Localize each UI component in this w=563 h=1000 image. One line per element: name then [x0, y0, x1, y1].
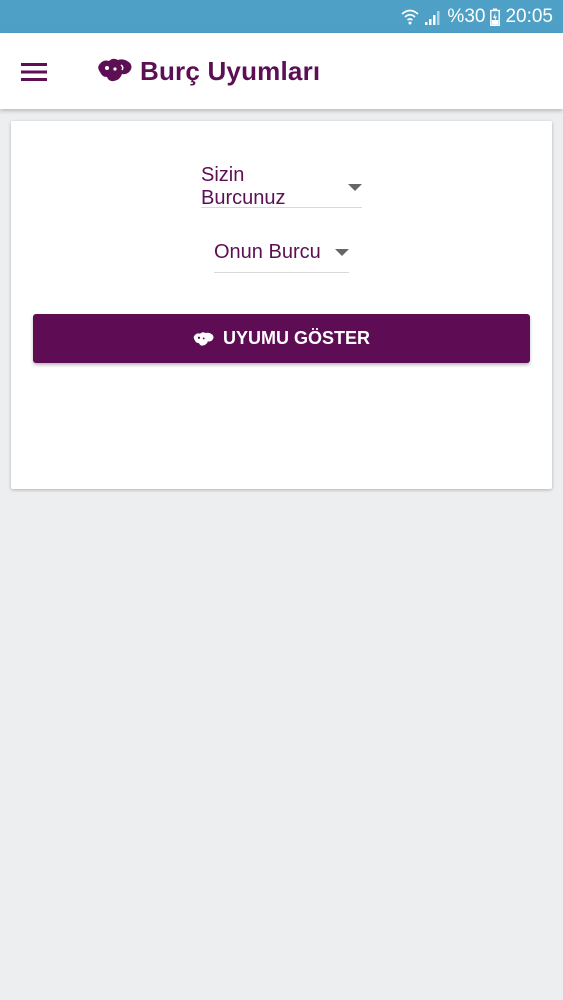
their-sign-select[interactable]: Onun Burcu	[214, 232, 349, 273]
dropdown-arrow-icon	[348, 183, 362, 191]
status-bar: %30 20:05	[0, 0, 563, 33]
compatibility-form-card: Sizin Burcunuz Onun Burcu UYUMU GÖSTER	[11, 121, 552, 489]
battery-charging-icon	[490, 8, 501, 26]
show-compatibility-button[interactable]: UYUMU GÖSTER	[33, 314, 530, 363]
menu-button[interactable]	[12, 50, 56, 94]
page-title: Burç Uyumları	[140, 56, 321, 86]
hamburger-menu-icon	[21, 63, 47, 81]
signal-icon	[425, 10, 440, 25]
clock: 20:05	[505, 5, 553, 27]
dropdown-arrow-icon	[334, 248, 349, 256]
battery-percent: %30	[447, 5, 486, 27]
your-sign-select[interactable]: Sizin Burcunuz	[201, 164, 362, 209]
wifi-icon	[401, 9, 419, 24]
gemini-zodiac-icon	[193, 331, 214, 346]
gemini-zodiac-icon	[98, 58, 132, 82]
your-sign-selected: Sizin Burcunuz	[201, 164, 286, 209]
app-bar: Burç Uyumları	[0, 33, 563, 109]
status-icons: %30 20:05	[401, 0, 553, 33]
their-sign-selected: Onun Burcu	[214, 240, 321, 263]
show-compatibility-label: UYUMU GÖSTER	[222, 328, 370, 348]
